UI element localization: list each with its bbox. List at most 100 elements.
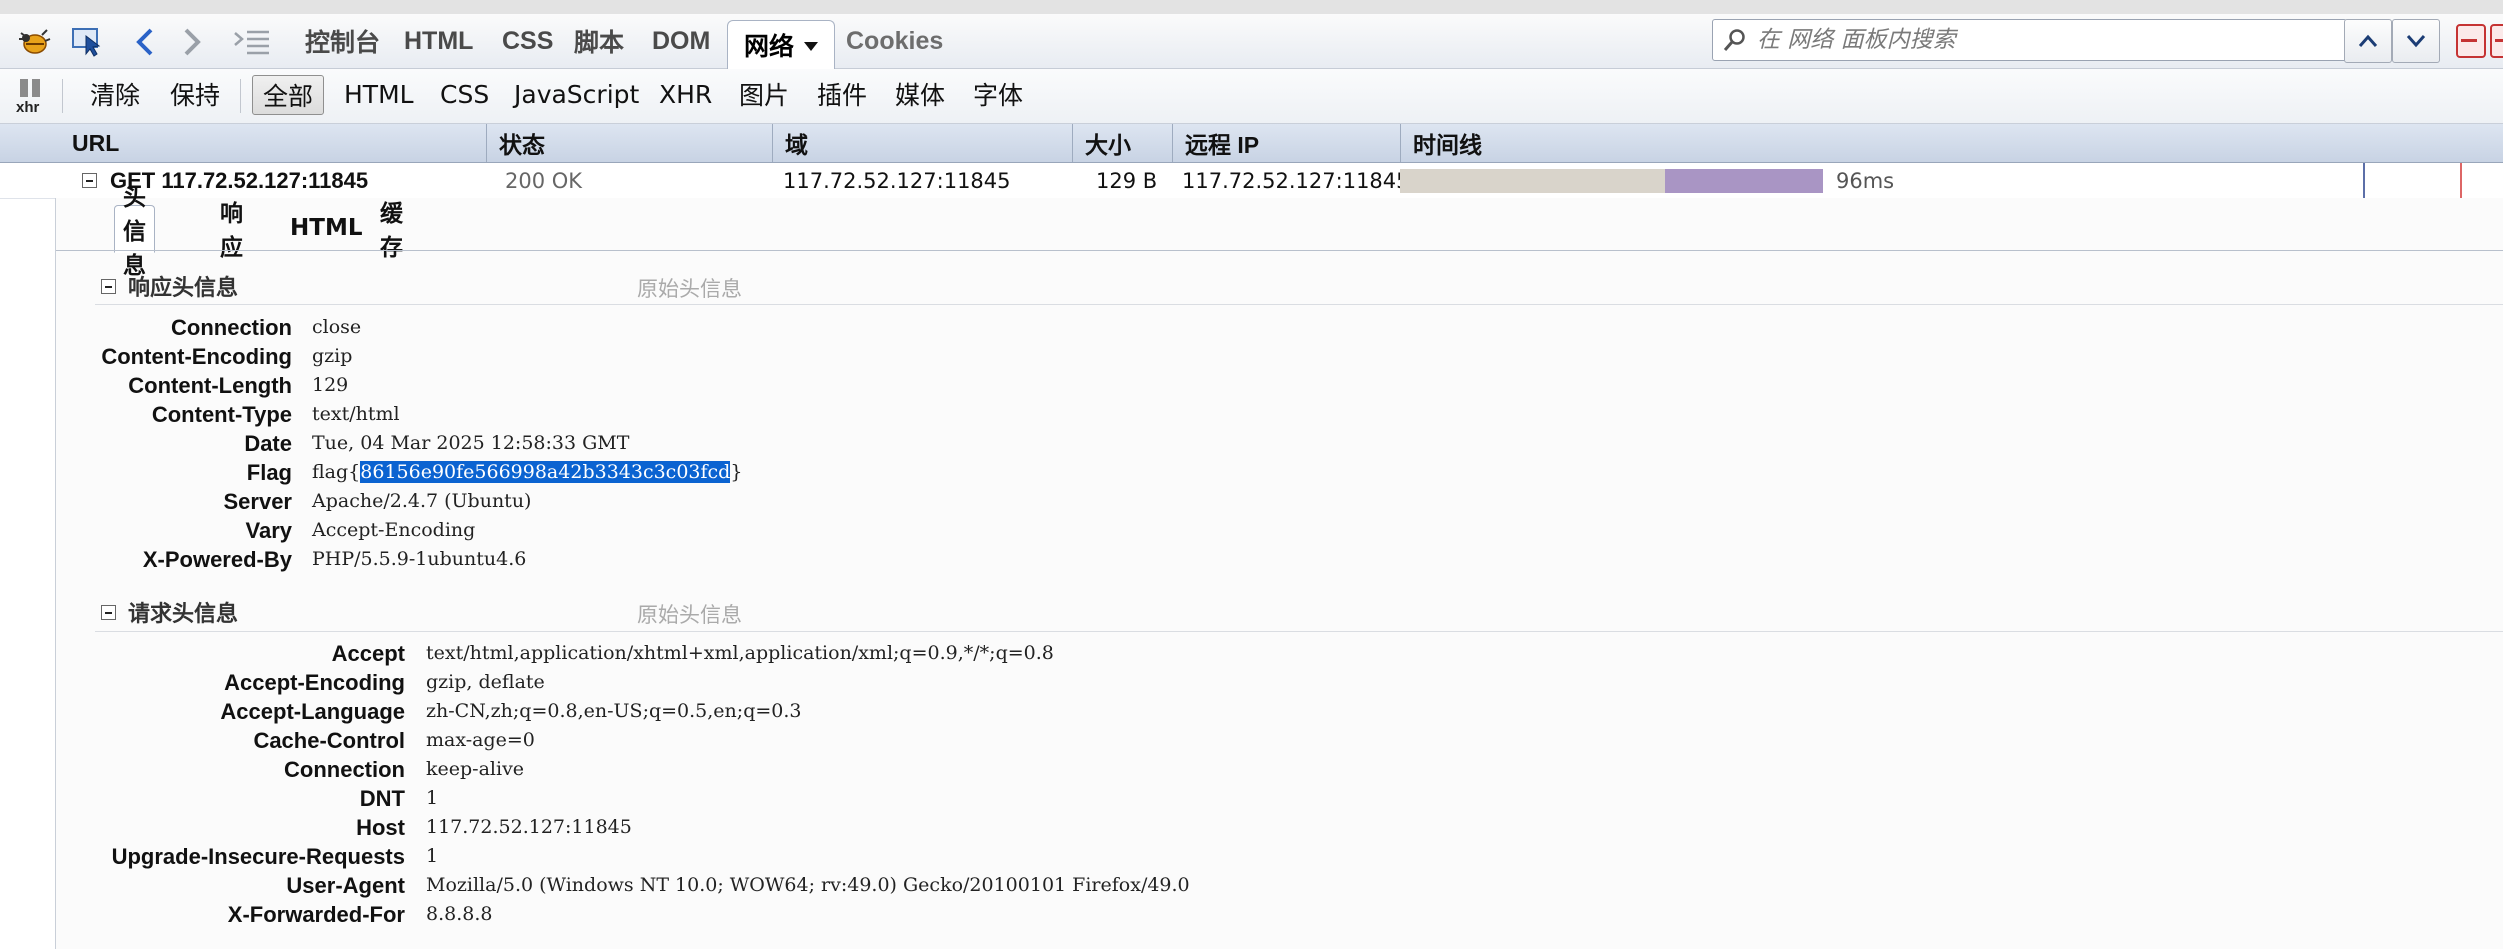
header-name: Server bbox=[223, 489, 292, 514]
tab-net-label: 网络 bbox=[744, 33, 795, 61]
header-value-suffix: } bbox=[730, 461, 743, 483]
tab-html[interactable]: HTML bbox=[404, 14, 473, 68]
tab-console[interactable]: 控制台 bbox=[305, 14, 380, 68]
command-line-icon[interactable] bbox=[232, 24, 272, 60]
tab-dom[interactable]: DOM bbox=[652, 14, 710, 68]
filter-javascript-button[interactable]: JavaScript bbox=[508, 75, 645, 113]
header-name: Accept-Encoding bbox=[224, 670, 405, 695]
main-toolbar: 控制台 HTML CSS 脚本 DOM 网络 Cookies bbox=[0, 14, 2503, 69]
header-name: Content-Type bbox=[151, 402, 292, 427]
chevron-down-icon[interactable] bbox=[804, 42, 819, 51]
header-name: Content-Length bbox=[128, 373, 292, 398]
filter-css-button[interactable]: CSS bbox=[434, 75, 495, 113]
header-name: Content-Encoding bbox=[101, 344, 292, 369]
response-headers-title[interactable]: 响应头信息 bbox=[128, 271, 238, 301]
tab-net[interactable]: 网络 bbox=[727, 20, 836, 69]
header-name: Accept bbox=[331, 641, 405, 666]
collapse-icon[interactable] bbox=[82, 173, 97, 188]
section-divider bbox=[95, 304, 2503, 305]
forward-icon[interactable] bbox=[172, 24, 212, 60]
table-row[interactable]: GET 117.72.52.127:11845 200 OK 117.72.52… bbox=[0, 163, 2503, 199]
header-name: Cache-Control bbox=[253, 728, 405, 753]
selected-flag-text[interactable]: 86156e90fe566998a42b3343c3c03fcd bbox=[360, 461, 731, 483]
column-status[interactable]: 状态 bbox=[486, 124, 772, 162]
header-value[interactable]: text/html bbox=[312, 403, 400, 425]
header-value[interactable]: Accept-Encoding bbox=[312, 519, 475, 541]
header-value[interactable]: text/html,application/xhtml+xml,applicat… bbox=[426, 642, 1054, 664]
header-name: User-Agent bbox=[286, 873, 405, 898]
search-next-button[interactable] bbox=[2392, 19, 2440, 63]
column-size[interactable]: 大小 bbox=[1072, 124, 1172, 162]
header-value[interactable]: max-age=0 bbox=[426, 729, 535, 751]
minimize-panel-button[interactable] bbox=[2456, 24, 2486, 58]
filter-fonts-button[interactable]: 字体 bbox=[967, 75, 1029, 113]
close-panel-button[interactable] bbox=[2490, 24, 2503, 58]
timeline-bar-receiving bbox=[1665, 169, 1823, 193]
header-value[interactable]: 117.72.52.127:11845 bbox=[426, 816, 632, 838]
header-value[interactable]: gzip, deflate bbox=[426, 671, 545, 693]
header-name: Host bbox=[356, 815, 405, 840]
header-value[interactable]: close bbox=[312, 316, 361, 338]
request-raw-headers-link[interactable]: 原始头信息 bbox=[637, 599, 742, 629]
clear-button[interactable]: 清除 bbox=[84, 75, 146, 113]
header-value-prefix: flag{ bbox=[312, 461, 361, 483]
tab-headers[interactable]: 头信息 bbox=[114, 185, 155, 279]
filter-plugins-button[interactable]: 插件 bbox=[811, 75, 873, 113]
filter-all-button[interactable]: 全部 bbox=[252, 75, 325, 115]
request-size: 129 B bbox=[1096, 168, 1158, 193]
back-icon[interactable] bbox=[125, 24, 165, 60]
search-input[interactable] bbox=[1755, 26, 2319, 54]
header-name: Vary bbox=[245, 518, 293, 543]
column-timeline[interactable]: 时间线 bbox=[1400, 124, 2503, 162]
pause-icon bbox=[20, 79, 40, 97]
request-remote-ip: 117.72.52.127:11845 bbox=[1182, 168, 1410, 193]
header-value[interactable]: PHP/5.5.9-1ubuntu4.6 bbox=[312, 548, 526, 570]
divider bbox=[240, 79, 241, 113]
header-name: X-Forwarded-For bbox=[227, 902, 405, 927]
column-remote-ip[interactable]: 远程 IP bbox=[1172, 124, 1400, 162]
filter-xhr-button[interactable]: XHR bbox=[653, 75, 718, 113]
timeline-load-marker bbox=[2460, 163, 2462, 198]
request-url[interactable]: GET 117.72.52.127:11845 bbox=[110, 163, 368, 198]
response-headers-toggle-icon[interactable] bbox=[101, 279, 116, 294]
header-name: Upgrade-Insecure-Requests bbox=[111, 844, 405, 869]
header-value[interactable]: keep-alive bbox=[426, 758, 524, 780]
header-value[interactable]: 1 bbox=[426, 845, 438, 867]
header-name: Connection bbox=[171, 315, 292, 340]
header-value[interactable]: Apache/2.4.7 (Ubuntu) bbox=[312, 490, 531, 512]
filter-html-button[interactable]: HTML bbox=[338, 75, 420, 113]
tab-script[interactable]: 脚本 bbox=[574, 14, 624, 68]
column-url[interactable]: URL bbox=[60, 124, 486, 162]
search-prev-button[interactable] bbox=[2344, 19, 2392, 63]
tab-css[interactable]: CSS bbox=[502, 14, 553, 68]
request-headers-toggle-icon[interactable] bbox=[101, 605, 116, 620]
header-value[interactable]: Tue, 04 Mar 2025 12:58:33 GMT bbox=[312, 432, 629, 454]
header-value[interactable]: Mozilla/5.0 (Windows NT 10.0; WOW64; rv:… bbox=[426, 874, 1190, 896]
header-value[interactable]: flag{86156e90fe566998a42b3343c3c03fcd} bbox=[312, 461, 742, 483]
header-value[interactable]: gzip bbox=[312, 345, 352, 367]
filter-media-button[interactable]: 媒体 bbox=[889, 75, 951, 113]
inspect-element-icon[interactable] bbox=[68, 24, 108, 60]
header-name: Accept-Language bbox=[220, 699, 405, 724]
header-value[interactable]: 8.8.8.8 bbox=[426, 903, 492, 925]
response-raw-headers-link[interactable]: 原始头信息 bbox=[637, 273, 742, 303]
tab-cache[interactable]: 缓存 bbox=[372, 201, 411, 261]
header-value[interactable]: 129 bbox=[312, 374, 348, 396]
header-value[interactable]: 1 bbox=[426, 787, 438, 809]
request-detail-panel bbox=[56, 198, 2503, 949]
request-headers-title[interactable]: 请求头信息 bbox=[128, 597, 238, 627]
tab-response[interactable]: 响应 bbox=[212, 201, 251, 261]
tab-cookies[interactable]: Cookies bbox=[846, 14, 943, 68]
pause-xhr-button[interactable]: xhr bbox=[16, 77, 46, 117]
column-domain[interactable]: 域 bbox=[772, 124, 1072, 162]
request-domain: 117.72.52.127:11845 bbox=[783, 168, 1011, 193]
persist-button[interactable]: 保持 bbox=[164, 75, 226, 113]
divider bbox=[62, 79, 63, 113]
header-name: DNT bbox=[359, 786, 405, 811]
section-divider bbox=[95, 631, 2503, 632]
request-status: 200 OK bbox=[505, 168, 583, 193]
firebug-icon[interactable] bbox=[14, 24, 54, 60]
tab-detail-html[interactable]: HTML bbox=[282, 205, 370, 251]
header-value[interactable]: zh-CN,zh;q=0.8,en-US;q=0.5,en;q=0.3 bbox=[426, 700, 802, 722]
filter-images-button[interactable]: 图片 bbox=[733, 75, 795, 113]
